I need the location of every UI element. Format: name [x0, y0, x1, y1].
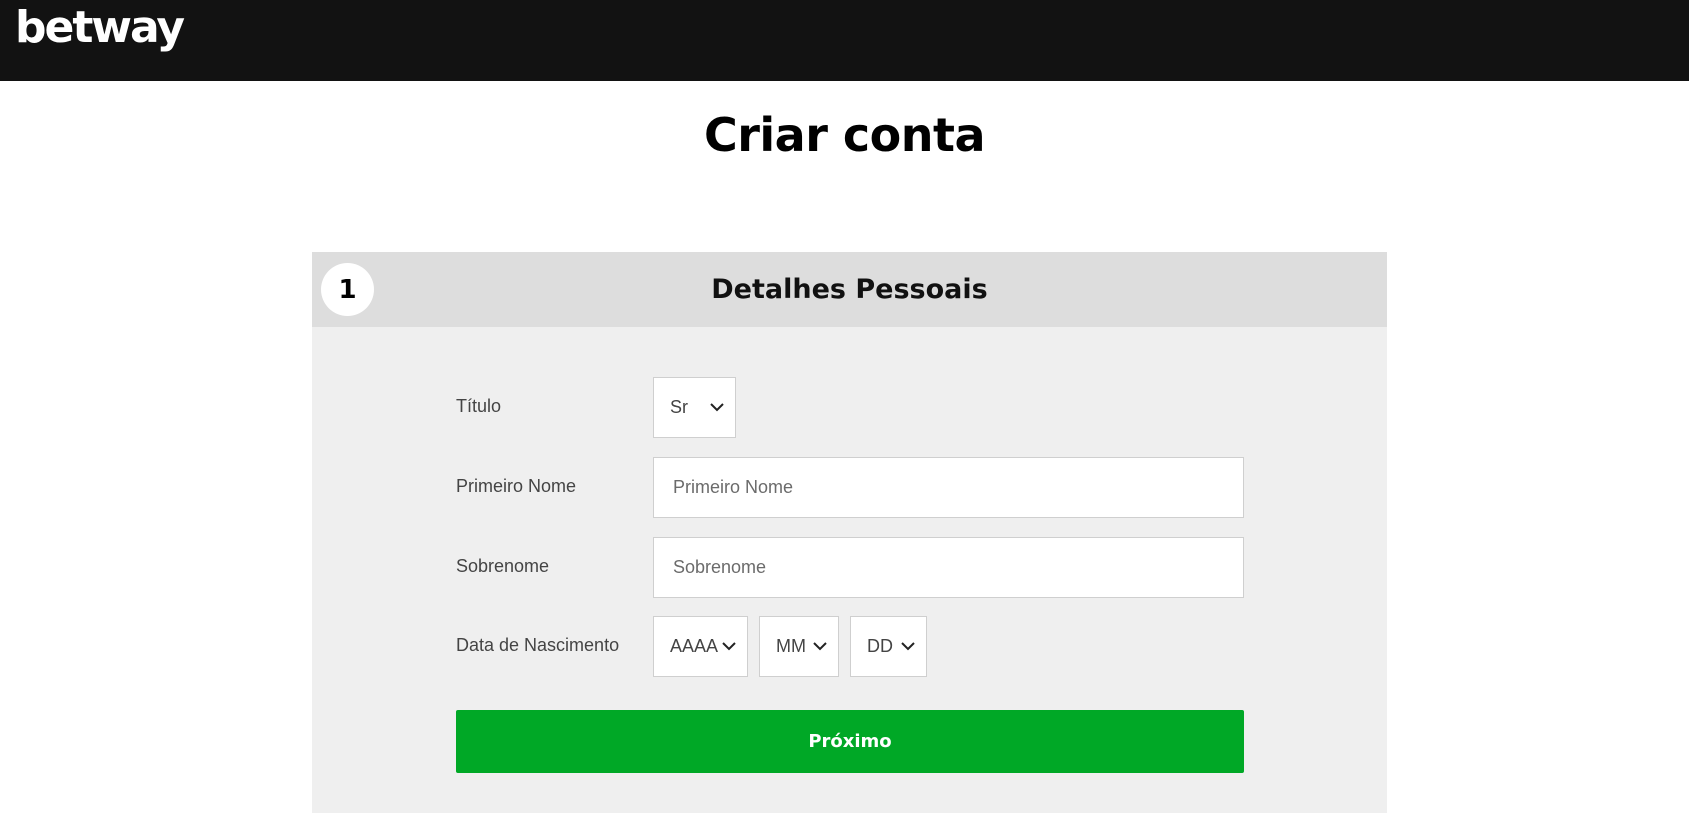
next-button[interactable]: Próximo — [456, 710, 1244, 773]
dob-day-value: DD — [867, 636, 893, 656]
dob-month-value: MM — [776, 636, 806, 656]
title-select[interactable]: Sr — [653, 377, 736, 438]
last-name-label: Sobrenome — [456, 556, 550, 576]
last-name-input[interactable] — [653, 537, 1244, 598]
dob-day-select[interactable]: DD — [850, 616, 927, 677]
chevron-down-icon — [812, 639, 828, 655]
betway-logo[interactable]: betway — [15, 2, 185, 54]
dob-label: Data de Nascimento — [456, 635, 620, 655]
first-name-input[interactable] — [653, 457, 1244, 518]
chevron-down-icon — [721, 639, 737, 655]
dob-year-value: AAAA — [670, 636, 719, 656]
page-title: Criar conta — [703, 108, 986, 162]
dob-year-select[interactable]: AAAA — [653, 616, 748, 677]
panel-title: Detalhes Pessoais — [711, 274, 988, 305]
chevron-down-icon — [900, 639, 916, 655]
dob-month-select[interactable]: MM — [759, 616, 839, 677]
first-name-label: Primeiro Nome — [456, 476, 577, 496]
top-navigation-bar: betway — [0, 0, 1689, 81]
panel-header: 1 Detalhes Pessoais — [312, 252, 1387, 327]
chevron-down-icon — [709, 400, 725, 416]
title-select-value: Sr — [670, 397, 688, 417]
title-label: Título — [456, 396, 502, 416]
personal-details-panel: 1 Detalhes Pessoais Título Sr Primeiro N… — [312, 252, 1387, 813]
